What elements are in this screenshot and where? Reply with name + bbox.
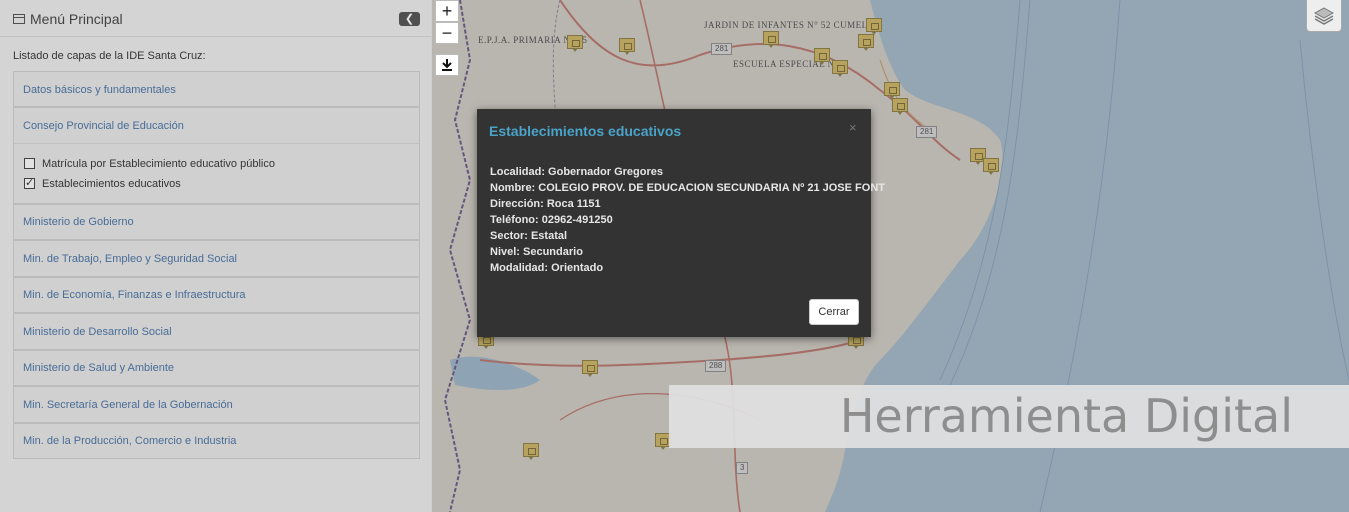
info-modalidad: Modalidad: Orientado xyxy=(490,262,604,274)
map-label-jardin: JARDIN DE INFANTES N° 52 CUMELEN xyxy=(704,20,881,30)
layer-toggle-label: Establecimientos educativos xyxy=(42,178,181,190)
modal-title: Establecimientos educativos xyxy=(489,123,682,139)
download-icon xyxy=(442,59,452,71)
info-telefono: Teléfono: 02962-491250 xyxy=(490,214,613,226)
collapse-sidebar-button[interactable]: ❮ xyxy=(399,12,420,26)
layer-toggle-label: Matrícula por Establecimiento educativo … xyxy=(42,158,275,170)
school-marker-icon[interactable] xyxy=(619,38,635,56)
layer-group-gobierno[interactable]: Ministerio de Gobierno xyxy=(13,204,420,240)
download-button[interactable] xyxy=(435,54,459,76)
route-shield: 3 xyxy=(736,462,749,474)
route-shield: 281 xyxy=(711,43,733,55)
layer-group-label: Min. de Economía, Finanzas e Infraestruc… xyxy=(23,289,246,301)
info-direccion: Dirección: Roca 1151 xyxy=(490,198,601,210)
school-marker-icon[interactable] xyxy=(763,31,779,49)
zoom-in-button[interactable]: + xyxy=(435,0,459,22)
checkbox-checked[interactable] xyxy=(24,176,35,189)
banner: Herramienta Digital xyxy=(669,385,1349,448)
school-marker-icon[interactable] xyxy=(582,360,598,378)
close-button[interactable]: Cerrar xyxy=(809,299,859,325)
layer-group-label: Min. Secretaría General de la Gobernació… xyxy=(23,399,233,411)
checkbox[interactable] xyxy=(24,157,35,169)
layer-group-basic[interactable]: Datos básicos y fundamentales xyxy=(13,71,420,107)
school-marker-icon[interactable] xyxy=(567,35,583,53)
layer-group-label: Datos básicos y fundamentales xyxy=(23,84,176,96)
layer-group-education[interactable]: Consejo Provincial de Educación Matrícul… xyxy=(13,107,420,204)
sidebar-header: Menú Principal ❮ xyxy=(0,0,431,37)
zoom-out-button[interactable]: − xyxy=(435,22,459,44)
school-marker-icon[interactable] xyxy=(892,98,908,116)
school-marker-icon[interactable] xyxy=(523,443,539,461)
layer-group-produccion[interactable]: Min. de la Producción, Comercio e Indust… xyxy=(13,423,420,459)
school-marker-icon[interactable] xyxy=(814,48,830,66)
layer-group-economia[interactable]: Min. de Economía, Finanzas e Infraestruc… xyxy=(13,277,420,313)
route-shield: 288 xyxy=(705,360,727,372)
divider xyxy=(14,143,419,144)
school-marker-icon[interactable] xyxy=(983,158,999,176)
info-sector: Sector: Estatal xyxy=(490,230,568,242)
layer-group-label: Ministerio de Desarrollo Social xyxy=(23,326,172,338)
layer-group-label: Ministerio de Gobierno xyxy=(23,216,134,228)
window-icon xyxy=(13,14,25,24)
banner-title: Herramienta Digital xyxy=(839,389,1293,443)
layer-group-label: Ministerio de Salud y Ambiente xyxy=(23,362,175,374)
layer-group-label: Consejo Provincial de Educación xyxy=(23,120,184,132)
school-marker-icon[interactable] xyxy=(858,34,874,52)
layers-icon xyxy=(1313,7,1335,25)
layers-button[interactable] xyxy=(1306,0,1342,32)
layer-toggle-matricula[interactable]: Matrícula por Establecimiento educativo … xyxy=(24,157,275,170)
route-shield: 281 xyxy=(916,126,938,138)
layer-group-label: Min. de Trabajo, Empleo y Seguridad Soci… xyxy=(23,253,238,265)
info-nivel: Nivel: Secundario xyxy=(490,246,583,258)
school-marker-icon[interactable] xyxy=(832,60,848,78)
sidebar-title: Menú Principal xyxy=(30,11,123,27)
feature-info-modal: Establecimientos educativos × Localidad:… xyxy=(477,109,885,337)
layer-group-secretaria[interactable]: Min. Secretaría General de la Gobernació… xyxy=(13,386,420,423)
sidebar: Menú Principal ❮ Listado de capas de la … xyxy=(0,0,432,512)
layer-group-label: Min. de la Producción, Comercio e Indust… xyxy=(23,435,237,447)
layer-group-salud[interactable]: Ministerio de Salud y Ambiente xyxy=(13,350,420,386)
info-nombre: Nombre: COLEGIO PROV. DE EDUCACION SECUN… xyxy=(490,182,885,194)
school-marker-icon[interactable] xyxy=(866,18,882,36)
layer-group-desarrollo-social[interactable]: Ministerio de Desarrollo Social xyxy=(13,313,420,350)
close-icon[interactable]: × xyxy=(849,120,857,135)
info-localidad: Localidad: Gobernador Gregores xyxy=(490,166,663,178)
layer-group-trabajo[interactable]: Min. de Trabajo, Empleo y Seguridad Soci… xyxy=(13,240,420,277)
layers-caption: Listado de capas de la IDE Santa Cruz: xyxy=(13,50,206,62)
layer-toggle-establecimientos[interactable]: Establecimientos educativos xyxy=(24,176,181,190)
